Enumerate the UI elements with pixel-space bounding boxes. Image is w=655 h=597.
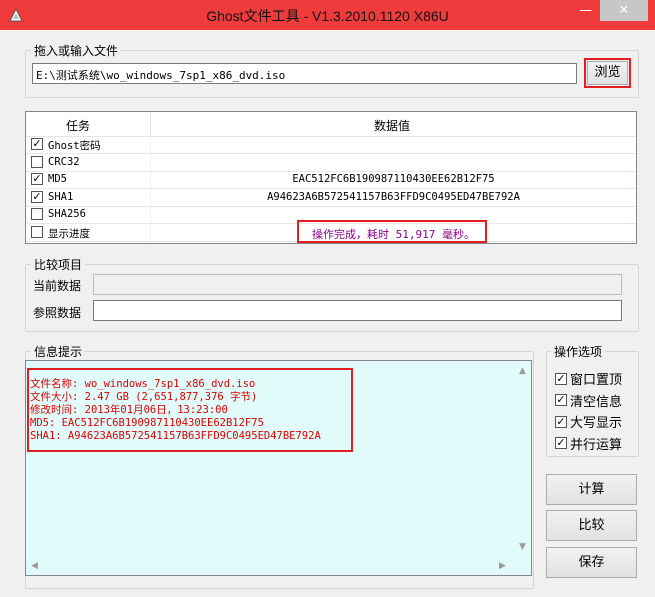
table-header: 任务 数据值 (26, 112, 636, 137)
compare-button[interactable]: 比较 (546, 510, 637, 541)
task-label: 显示进度 (48, 227, 90, 240)
option-checkbox[interactable]: ✓ (555, 415, 567, 428)
table-row[interactable]: ✓ MD5 EAC512FC6B190987110430EE62B12F75 (26, 171, 636, 189)
task-checkbox[interactable] (31, 225, 43, 238)
file-path-input[interactable]: E:\测试系统\wo_windows_7sp1_x86_dvd.iso (32, 63, 577, 84)
column-divider (150, 112, 151, 136)
minimize-button[interactable]: — (572, 0, 599, 21)
file-group-label: 拖入或输入文件 (31, 42, 122, 59)
option-label: 大写显示 (570, 416, 623, 431)
task-value: A94623A6B572541157B63FFD9C0495ED47BE792A (267, 190, 520, 203)
task-checkbox[interactable]: ✓ (31, 138, 43, 150)
option-item[interactable]: ✓ 大写显示 (555, 412, 622, 431)
option-item[interactable]: ✓ 并行运算 (555, 434, 622, 453)
calculate-button[interactable]: 计算 (546, 474, 637, 505)
save-button[interactable]: 保存 (546, 547, 637, 578)
scroll-down-icon[interactable]: ▼ (519, 542, 526, 552)
horizontal-scrollbar[interactable]: ◀ ▶ (26, 559, 515, 574)
task-label: SHA256 (48, 208, 86, 220)
reference-data-field[interactable] (93, 300, 622, 321)
option-item[interactable]: ✓ 窗口置顶 (555, 369, 622, 388)
column-header-value[interactable]: 数据值 (374, 117, 410, 134)
close-icon: ✕ (618, 3, 630, 18)
scroll-right-icon[interactable]: ▶ (499, 561, 506, 571)
table-row[interactable]: CRC32 (26, 154, 636, 172)
vertical-scrollbar[interactable]: ▲ ▼ (516, 361, 531, 575)
option-label: 窗口置顶 (570, 373, 623, 388)
table-row[interactable]: ✓ Ghost密码 (26, 136, 636, 154)
task-value: EAC512FC6B190987110430EE62B12F75 (292, 173, 495, 185)
title-bar: Ghost文件工具 - V1.3.2010.1120 X86U — ✕ (0, 0, 655, 30)
current-data-field[interactable] (93, 274, 622, 295)
compare-group-label: 比较项目 (31, 256, 86, 273)
option-label: 并行运算 (570, 437, 623, 453)
info-highlight (27, 368, 353, 452)
option-checkbox[interactable]: ✓ (555, 437, 567, 449)
table-row[interactable]: ✓ SHA1 A94623A6B572541157B63FFD9C0495ED47B… (26, 189, 636, 207)
minimize-icon: — (579, 3, 592, 18)
task-label: SHA1 (48, 190, 74, 203)
reference-data-label: 参照数据 (33, 306, 82, 320)
task-checkbox[interactable] (31, 208, 43, 220)
task-checkbox[interactable] (31, 155, 43, 168)
task-checkbox[interactable]: ✓ (31, 190, 43, 203)
option-checkbox[interactable]: ✓ (555, 394, 567, 406)
task-checkbox[interactable]: ✓ (31, 173, 43, 185)
option-checkbox[interactable]: ✓ (555, 372, 567, 385)
options-group-label: 操作选项 (551, 343, 606, 360)
column-header-task[interactable]: 任务 (66, 117, 90, 134)
task-label: MD5 (48, 173, 67, 185)
scroll-up-icon[interactable]: ▲ (519, 366, 526, 376)
option-label: 清空信息 (570, 394, 623, 410)
status-highlight (297, 220, 487, 243)
task-label: CRC32 (48, 155, 80, 168)
close-button[interactable]: ✕ (600, 0, 648, 21)
option-item[interactable]: ✓ 清空信息 (555, 391, 622, 410)
current-data-label: 当前数据 (33, 279, 82, 293)
info-group-label: 信息提示 (31, 343, 86, 360)
task-label: Ghost密码 (48, 140, 101, 152)
scroll-left-icon[interactable]: ◀ (31, 561, 38, 571)
browse-button[interactable]: 浏览 (587, 61, 628, 85)
window-title: Ghost文件工具 - V1.3.2010.1120 X86U (206, 8, 449, 24)
